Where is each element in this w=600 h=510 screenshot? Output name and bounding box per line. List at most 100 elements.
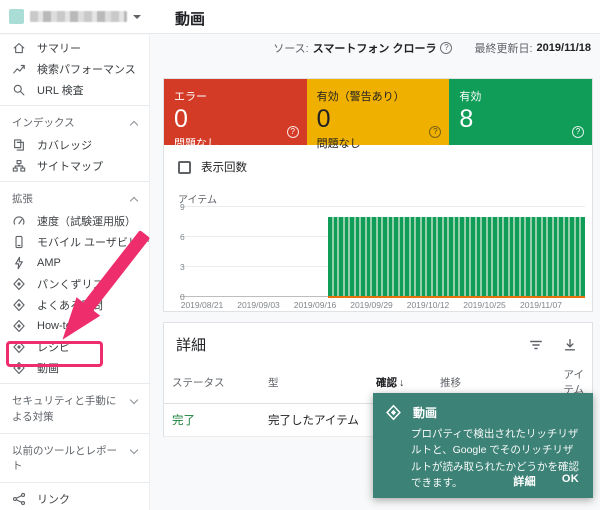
chart-bar <box>378 217 382 296</box>
x-axis-tick-label: 2019/09/16 <box>294 300 337 310</box>
tooltip-title: 動画 <box>413 404 437 421</box>
sidebar-item-リンク[interactable]: リンク <box>0 488 149 509</box>
chart-bar <box>466 217 470 296</box>
sidebar-divider <box>0 181 149 182</box>
status-card-valid-with-warnings[interactable]: 有効（警告あり） 0 問題なし <box>307 79 450 145</box>
chart-bar <box>559 217 563 296</box>
tooltip-ok-button[interactable]: OK <box>562 473 579 489</box>
help-icon[interactable] <box>572 126 584 138</box>
chart-bar <box>411 217 415 296</box>
chevron-down-icon <box>130 396 138 404</box>
sidebar-section-header[interactable]: 以前のツールとレポート <box>0 439 149 477</box>
chart-bar <box>389 217 393 296</box>
row-status: 完了 <box>172 412 268 428</box>
annotation-arrow <box>20 228 155 373</box>
status-card-error[interactable]: エラー 0 問題なし <box>164 79 307 145</box>
sidebar-section-header[interactable]: セキュリティと手動による対策 <box>0 389 149 427</box>
sidebar-divider <box>0 433 149 434</box>
sidebar-divider <box>0 383 149 384</box>
chart-bar <box>565 217 569 296</box>
status-count: 8 <box>459 105 582 134</box>
report-subheader: ソース: スマートフォン クローラ 最終更新日: 2019/11/18 <box>150 35 600 61</box>
filter-icon[interactable] <box>528 337 544 353</box>
chart-bar <box>405 217 409 296</box>
chart-bar <box>444 217 448 296</box>
chart-bar <box>416 217 420 296</box>
chart-bar <box>537 217 541 296</box>
chart-bar <box>449 217 453 296</box>
sidebar-item-label: サイトマップ <box>37 158 103 174</box>
chart-bar <box>554 217 558 296</box>
tooltip-details-button[interactable]: 詳細 <box>513 473 536 489</box>
home-icon <box>12 41 26 55</box>
section-label: インデックス <box>12 116 131 131</box>
chart-bar <box>510 217 514 296</box>
sidebar-item-サマリー[interactable]: サマリー <box>0 37 149 58</box>
chart-bar <box>526 217 530 296</box>
chart-bar <box>488 217 492 296</box>
details-title: 詳細 <box>176 334 510 355</box>
chart-bar <box>438 217 442 296</box>
status-count: 0 <box>317 105 440 134</box>
help-icon[interactable] <box>429 126 441 138</box>
x-axis-tick-label: 2019/09/03 <box>237 300 280 310</box>
sidebar-section-header[interactable]: 拡張 <box>0 187 149 210</box>
sidebar-item-カバレッジ[interactable]: カバレッジ <box>0 134 149 155</box>
column-header-validation[interactable]: 確認↓ <box>376 375 440 390</box>
chart-bar <box>570 217 574 296</box>
error-series-line <box>328 296 585 298</box>
section-label: セキュリティと手動による対策 <box>12 394 131 424</box>
property-name-redacted <box>30 11 127 22</box>
section-label: 拡張 <box>12 192 131 207</box>
search-icon <box>12 83 26 97</box>
chart-bar <box>521 217 525 296</box>
links-icon <box>12 492 26 506</box>
column-header-trend[interactable]: 推移 <box>440 375 560 390</box>
chart-bar <box>532 217 536 296</box>
x-axis-tick-label: 2019/10/12 <box>407 300 450 310</box>
chart-bar <box>427 217 431 296</box>
status-card-valid[interactable]: 有効 8 <box>449 79 592 145</box>
download-icon[interactable] <box>562 337 578 353</box>
impressions-checkbox[interactable] <box>178 161 191 174</box>
sidebar-item-検索パフォーマンス[interactable]: 検索パフォーマンス <box>0 58 149 79</box>
source-value: スマートフォン クローラ <box>313 40 437 56</box>
chart-bar <box>433 217 437 296</box>
top-bar: 動画 <box>0 0 600 34</box>
column-header-status[interactable]: ステータス <box>172 375 268 390</box>
status-sub: 問題なし <box>174 135 297 151</box>
chart-x-axis-labels: 2019/08/212019/09/032019/09/162019/09/29… <box>180 300 585 312</box>
property-selector[interactable] <box>0 9 150 24</box>
impressions-toggle[interactable]: 表示回数 <box>178 159 247 175</box>
chart-bar <box>394 217 398 296</box>
status-label: 有効（警告あり） <box>317 88 440 104</box>
status-sub: 問題なし <box>317 135 440 151</box>
sidebar-divider <box>0 482 149 483</box>
property-icon <box>9 9 24 24</box>
sidebar-item-label: サマリー <box>37 40 81 56</box>
column-header-type[interactable]: 型 <box>268 375 376 390</box>
chart-bar <box>477 217 481 296</box>
sidebar-divider <box>0 105 149 106</box>
chevron-down-icon <box>130 446 138 454</box>
chart-bar <box>328 217 332 296</box>
x-axis-tick-label: 2019/11/07 <box>520 300 562 310</box>
impressions-label: 表示回数 <box>201 159 247 175</box>
chart-bar <box>460 217 464 296</box>
y-axis-tick-label: 9 <box>180 202 185 212</box>
sidebar-item-URL 検査[interactable]: URL 検査 <box>0 79 149 100</box>
sidebar-section-header[interactable]: インデックス <box>0 111 149 134</box>
help-icon[interactable] <box>287 126 299 138</box>
chart-bar <box>372 217 376 296</box>
coverage-icon <box>12 138 26 152</box>
chart-bar <box>422 217 426 296</box>
help-icon[interactable] <box>440 42 452 54</box>
status-row: エラー 0 問題なし 有効（警告あり） 0 問題なし 有効 8 <box>164 79 592 145</box>
chart-bar <box>543 217 547 296</box>
details-header: 詳細 <box>164 323 592 357</box>
chart-bar <box>383 217 387 296</box>
chart-bars <box>328 207 585 296</box>
chart-bar <box>334 217 338 296</box>
chart-bar <box>471 217 475 296</box>
sidebar-item-サイトマップ[interactable]: サイトマップ <box>0 155 149 176</box>
